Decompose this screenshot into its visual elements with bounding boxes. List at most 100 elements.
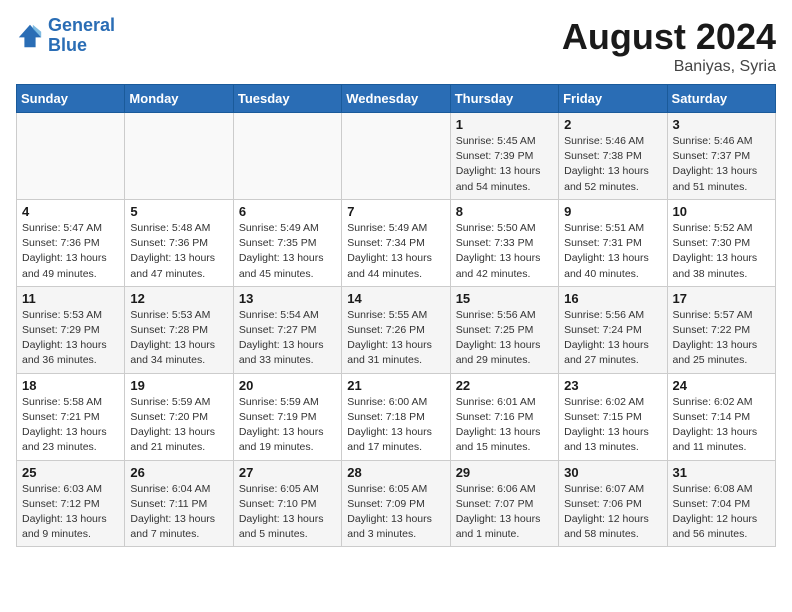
cell-info: Sunrise: 6:01 AMSunset: 7:16 PMDaylight:…	[456, 395, 553, 456]
day-of-week-header: Sunday	[17, 85, 125, 113]
calendar-cell: 22Sunrise: 6:01 AMSunset: 7:16 PMDayligh…	[450, 373, 558, 460]
day-number: 2	[564, 117, 661, 132]
day-number: 25	[22, 465, 119, 480]
day-number: 31	[673, 465, 770, 480]
calendar-cell	[125, 113, 233, 200]
logo: General Blue	[16, 16, 115, 56]
calendar-cell: 12 Sunrise: 5:53 AMSunset: 7:28 PMDayligh…	[125, 286, 233, 373]
cell-info: Sunrise: 5:54 AMSunset: 7:27 PMDaylight:…	[239, 308, 336, 369]
calendar-header-row: SundayMondayTuesdayWednesdayThursdayFrid…	[17, 85, 776, 113]
calendar-cell: 18 Sunrise: 5:58 AMSunset: 7:21 PMDayligh…	[17, 373, 125, 460]
cell-info: Sunrise: 5:50 AMSunset: 7:33 PMDaylight:…	[456, 221, 553, 282]
calendar-cell: 19 Sunrise: 5:59 AMSunset: 7:20 PMDayligh…	[125, 373, 233, 460]
day-number: 3	[673, 117, 770, 132]
location-subtitle: Baniyas, Syria	[562, 58, 776, 76]
day-number: 6	[239, 204, 336, 219]
calendar-cell: 10Sunrise: 5:52 AMSunset: 7:30 PMDayligh…	[667, 199, 775, 286]
calendar-cell: 16Sunrise: 5:56 AMSunset: 7:24 PMDayligh…	[559, 286, 667, 373]
calendar-week-row: 4 Sunrise: 5:47 AMSunset: 7:36 PMDaylight…	[17, 199, 776, 286]
cell-info: Sunrise: 6:06 AMSunset: 7:07 PMDaylight:…	[456, 482, 553, 543]
cell-info: Sunrise: 5:56 AMSunset: 7:25 PMDaylight:…	[456, 308, 553, 369]
day-of-week-header: Thursday	[450, 85, 558, 113]
calendar-cell: 28 Sunrise: 6:05 AMSunset: 7:09 PMDayligh…	[342, 460, 450, 547]
cell-info: Sunrise: 5:49 AMSunset: 7:34 PMDaylight:…	[347, 221, 444, 282]
day-number: 5	[130, 204, 227, 219]
day-number: 11	[22, 291, 119, 306]
day-number: 7	[347, 204, 444, 219]
day-number: 17	[673, 291, 770, 306]
calendar-cell: 29 Sunrise: 6:06 AMSunset: 7:07 PMDayligh…	[450, 460, 558, 547]
logo-text: General Blue	[48, 16, 115, 56]
calendar-cell: 17 Sunrise: 5:57 AMSunset: 7:22 PMDayligh…	[667, 286, 775, 373]
day-number: 21	[347, 378, 444, 393]
day-of-week-header: Friday	[559, 85, 667, 113]
calendar-cell: 24Sunrise: 6:02 AMSunset: 7:14 PMDayligh…	[667, 373, 775, 460]
cell-info: Sunrise: 5:53 AMSunset: 7:28 PMDaylight:…	[130, 308, 227, 369]
calendar-week-row: 18 Sunrise: 5:58 AMSunset: 7:21 PMDayligh…	[17, 373, 776, 460]
cell-info: Sunrise: 5:46 AMSunset: 7:38 PMDaylight:…	[564, 134, 661, 195]
cell-info: Sunrise: 5:59 AMSunset: 7:19 PMDaylight:…	[239, 395, 336, 456]
cell-info: Sunrise: 6:03 AMSunset: 7:12 PMDaylight:…	[22, 482, 119, 543]
calendar-table: SundayMondayTuesdayWednesdayThursdayFrid…	[16, 84, 776, 547]
cell-info: Sunrise: 5:48 AMSunset: 7:36 PMDaylight:…	[130, 221, 227, 282]
cell-info: Sunrise: 5:57 AMSunset: 7:22 PMDaylight:…	[673, 308, 770, 369]
cell-info: Sunrise: 6:04 AMSunset: 7:11 PMDaylight:…	[130, 482, 227, 543]
day-of-week-header: Wednesday	[342, 85, 450, 113]
calendar-week-row: 1Sunrise: 5:45 AMSunset: 7:39 PMDaylight…	[17, 113, 776, 200]
calendar-cell: 30 Sunrise: 6:07 AMSunset: 7:06 PMDayligh…	[559, 460, 667, 547]
calendar-cell: 15 Sunrise: 5:56 AMSunset: 7:25 PMDayligh…	[450, 286, 558, 373]
cell-info: Sunrise: 5:49 AMSunset: 7:35 PMDaylight:…	[239, 221, 336, 282]
calendar-cell: 21Sunrise: 6:00 AMSunset: 7:18 PMDayligh…	[342, 373, 450, 460]
day-number: 13	[239, 291, 336, 306]
day-number: 30	[564, 465, 661, 480]
cell-info: Sunrise: 6:07 AMSunset: 7:06 PMDaylight:…	[564, 482, 661, 543]
cell-info: Sunrise: 6:05 AMSunset: 7:10 PMDaylight:…	[239, 482, 336, 543]
title-block: August 2024 Baniyas, Syria	[562, 16, 776, 76]
calendar-cell: 25 Sunrise: 6:03 AMSunset: 7:12 PMDayligh…	[17, 460, 125, 547]
day-number: 24	[673, 378, 770, 393]
cell-info: Sunrise: 6:08 AMSunset: 7:04 PMDaylight:…	[673, 482, 770, 543]
page-header: General Blue August 2024 Baniyas, Syria	[16, 16, 776, 76]
day-number: 26	[130, 465, 227, 480]
cell-info: Sunrise: 5:53 AMSunset: 7:29 PMDaylight:…	[22, 308, 119, 369]
day-of-week-header: Saturday	[667, 85, 775, 113]
calendar-cell: 27Sunrise: 6:05 AMSunset: 7:10 PMDayligh…	[233, 460, 341, 547]
calendar-cell: 23Sunrise: 6:02 AMSunset: 7:15 PMDayligh…	[559, 373, 667, 460]
day-number: 10	[673, 204, 770, 219]
day-number: 15	[456, 291, 553, 306]
day-number: 12	[130, 291, 227, 306]
calendar-cell: 6 Sunrise: 5:49 AMSunset: 7:35 PMDaylight…	[233, 199, 341, 286]
calendar-cell: 13 Sunrise: 5:54 AMSunset: 7:27 PMDayligh…	[233, 286, 341, 373]
calendar-cell	[342, 113, 450, 200]
cell-info: Sunrise: 6:02 AMSunset: 7:15 PMDaylight:…	[564, 395, 661, 456]
cell-info: Sunrise: 5:55 AMSunset: 7:26 PMDaylight:…	[347, 308, 444, 369]
calendar-cell: 11 Sunrise: 5:53 AMSunset: 7:29 PMDayligh…	[17, 286, 125, 373]
calendar-cell	[233, 113, 341, 200]
day-number: 29	[456, 465, 553, 480]
cell-info: Sunrise: 5:47 AMSunset: 7:36 PMDaylight:…	[22, 221, 119, 282]
calendar-cell: 20 Sunrise: 5:59 AMSunset: 7:19 PMDayligh…	[233, 373, 341, 460]
day-number: 1	[456, 117, 553, 132]
day-of-week-header: Monday	[125, 85, 233, 113]
day-number: 28	[347, 465, 444, 480]
calendar-cell: 26 Sunrise: 6:04 AMSunset: 7:11 PMDayligh…	[125, 460, 233, 547]
day-number: 19	[130, 378, 227, 393]
calendar-cell: 5 Sunrise: 5:48 AMSunset: 7:36 PMDaylight…	[125, 199, 233, 286]
logo-icon	[16, 22, 44, 50]
cell-info: Sunrise: 5:59 AMSunset: 7:20 PMDaylight:…	[130, 395, 227, 456]
day-number: 20	[239, 378, 336, 393]
day-number: 14	[347, 291, 444, 306]
day-number: 4	[22, 204, 119, 219]
calendar-week-row: 11 Sunrise: 5:53 AMSunset: 7:29 PMDayligh…	[17, 286, 776, 373]
day-number: 16	[564, 291, 661, 306]
day-number: 9	[564, 204, 661, 219]
calendar-cell	[17, 113, 125, 200]
calendar-cell: 3Sunrise: 5:46 AMSunset: 7:37 PMDaylight…	[667, 113, 775, 200]
day-number: 18	[22, 378, 119, 393]
calendar-cell: 9Sunrise: 5:51 AMSunset: 7:31 PMDaylight…	[559, 199, 667, 286]
cell-info: Sunrise: 6:05 AMSunset: 7:09 PMDaylight:…	[347, 482, 444, 543]
calendar-cell: 2 Sunrise: 5:46 AMSunset: 7:38 PMDaylight…	[559, 113, 667, 200]
day-number: 8	[456, 204, 553, 219]
calendar-cell: 8 Sunrise: 5:50 AMSunset: 7:33 PMDaylight…	[450, 199, 558, 286]
cell-info: Sunrise: 5:58 AMSunset: 7:21 PMDaylight:…	[22, 395, 119, 456]
